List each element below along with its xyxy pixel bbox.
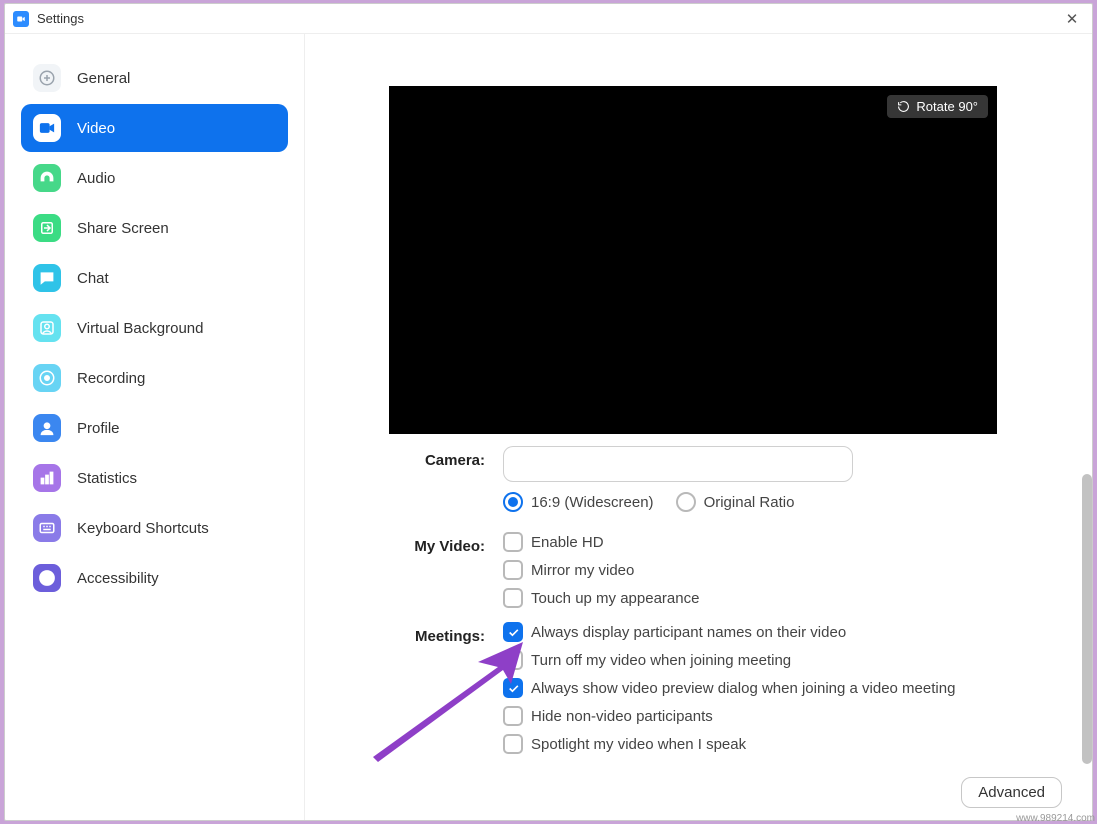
close-icon[interactable]: ✕ <box>1060 10 1084 28</box>
sidebar-item-chat[interactable]: Chat <box>21 254 288 302</box>
meetings-option[interactable]: Spotlight my video when I speak <box>503 734 1062 754</box>
nav-label: Accessibility <box>77 570 159 587</box>
label-meetings: Meetings: <box>305 622 503 645</box>
nav-icon <box>33 364 61 392</box>
nav-label: Recording <box>77 370 145 387</box>
sidebar-item-audio[interactable]: Audio <box>21 154 288 202</box>
sidebar-item-profile[interactable]: Profile <box>21 404 288 452</box>
advanced-button[interactable]: Advanced <box>961 777 1062 808</box>
window-title: Settings <box>37 11 1060 26</box>
row-meetings: Meetings: Always display participant nam… <box>305 622 1062 762</box>
nav-label: Statistics <box>77 470 137 487</box>
my-video-option[interactable]: Enable HD <box>503 532 1062 552</box>
radio-16-9[interactable]: 16:9 (Widescreen) <box>503 492 654 512</box>
radio-icon <box>503 492 523 512</box>
checkbox-label: Touch up my appearance <box>531 590 699 607</box>
nav-label: Virtual Background <box>77 320 203 337</box>
label-my-video: My Video: <box>305 532 503 555</box>
label-camera: Camera: <box>305 446 503 469</box>
checkbox-label: Hide non-video participants <box>531 708 713 725</box>
app-icon <box>13 11 29 27</box>
checkbox-icon <box>503 532 523 552</box>
nav-icon <box>33 264 61 292</box>
radio-label: Original Ratio <box>704 494 795 511</box>
row-my-video: My Video: Enable HD Mirror my video Touch … <box>305 532 1062 616</box>
checkbox-icon <box>503 734 523 754</box>
window-body: General Video Audio Share Screen Chat Virtual… <box>5 34 1092 820</box>
sidebar-item-keyboard-shortcuts[interactable]: Keyboard Shortcuts <box>21 504 288 552</box>
nav-label: Chat <box>77 270 109 287</box>
settings-window: Settings ✕ General Video Audio Share Screen… <box>4 3 1093 821</box>
meetings-option[interactable]: Hide non-video participants <box>503 706 1062 726</box>
sidebar-item-recording[interactable]: Recording <box>21 354 288 402</box>
rotate-label: Rotate 90° <box>916 99 978 114</box>
radio-label: 16:9 (Widescreen) <box>531 494 654 511</box>
checkbox-label: Always display participant names on thei… <box>531 624 846 641</box>
checkbox-icon <box>503 650 523 670</box>
checkbox-icon <box>503 706 523 726</box>
my-video-option[interactable]: Touch up my appearance <box>503 588 1062 608</box>
nav-icon <box>33 164 61 192</box>
video-settings-form: Camera: 16:9 (Widescreen) Original Ratio <box>305 446 1092 768</box>
checkbox-label: Always show video preview dialog when jo… <box>531 680 955 697</box>
nav-label: Audio <box>77 170 115 187</box>
nav-label: Keyboard Shortcuts <box>77 520 209 537</box>
nav-label: Share Screen <box>77 220 169 237</box>
checkbox-label: Mirror my video <box>531 562 634 579</box>
scrollbar[interactable] <box>1082 474 1092 764</box>
sidebar-item-share-screen[interactable]: Share Screen <box>21 204 288 252</box>
checkbox-label: Spotlight my video when I speak <box>531 736 746 753</box>
rotate-button[interactable]: Rotate 90° <box>887 95 988 118</box>
video-preview: Rotate 90° <box>389 86 997 434</box>
checkbox-label: Turn off my video when joining meeting <box>531 652 791 669</box>
radio-original[interactable]: Original Ratio <box>676 492 795 512</box>
nav-icon <box>33 564 61 592</box>
titlebar: Settings ✕ <box>5 4 1092 34</box>
row-camera: Camera: 16:9 (Widescreen) Original Ratio <box>305 446 1062 526</box>
nav-icon <box>33 414 61 442</box>
nav-label: Profile <box>77 420 120 437</box>
nav-icon <box>33 464 61 492</box>
nav-label: Video <box>77 120 115 137</box>
checkbox-icon <box>503 588 523 608</box>
nav-icon <box>33 514 61 542</box>
sidebar: General Video Audio Share Screen Chat Virtual… <box>5 34 305 820</box>
nav-icon <box>33 114 61 142</box>
radio-icon <box>676 492 696 512</box>
checkbox-icon <box>503 678 523 698</box>
checkbox-icon <box>503 560 523 580</box>
sidebar-item-video[interactable]: Video <box>21 104 288 152</box>
content-area: Rotate 90° Camera: 16:9 (Widescreen) <box>305 34 1092 820</box>
my-video-option[interactable]: Mirror my video <box>503 560 1062 580</box>
meetings-option[interactable]: Always display participant names on thei… <box>503 622 1062 642</box>
checkbox-icon <box>503 622 523 642</box>
checkbox-label: Enable HD <box>531 534 604 551</box>
advanced-label: Advanced <box>978 784 1045 801</box>
sidebar-item-general[interactable]: General <box>21 54 288 102</box>
sidebar-item-accessibility[interactable]: Accessibility <box>21 554 288 602</box>
meetings-option[interactable]: Turn off my video when joining meeting <box>503 650 1062 670</box>
meetings-option[interactable]: Always show video preview dialog when jo… <box>503 678 1062 698</box>
watermark: www.989214.com <box>1016 813 1095 824</box>
sidebar-item-statistics[interactable]: Statistics <box>21 454 288 502</box>
nav-label: General <box>77 70 130 87</box>
sidebar-item-virtual-background[interactable]: Virtual Background <box>21 304 288 352</box>
nav-icon <box>33 64 61 92</box>
camera-select[interactable] <box>503 446 853 482</box>
nav-icon <box>33 214 61 242</box>
nav-icon <box>33 314 61 342</box>
